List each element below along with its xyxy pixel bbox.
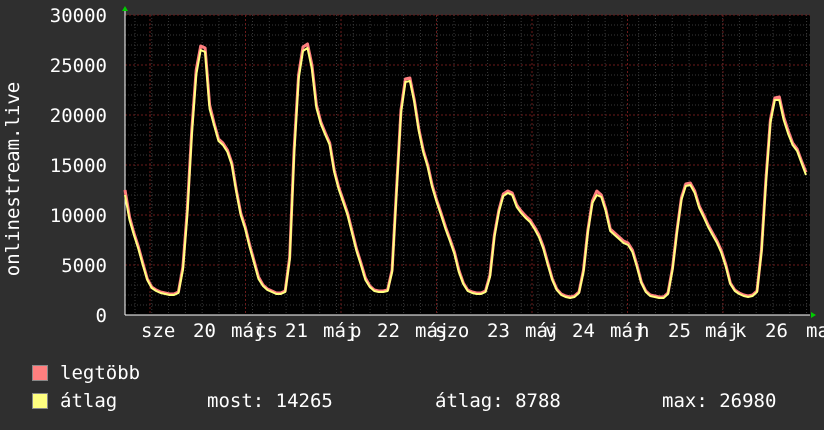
x-axis-arrow xyxy=(811,312,816,318)
x-tick-label: sze xyxy=(141,320,175,342)
y-tick-label: 30000 xyxy=(50,5,107,27)
x-tick-label: ma xyxy=(806,320,824,342)
x-tick-label: 20 xyxy=(193,320,216,342)
x-tick-label: szo xyxy=(435,320,469,342)
x-tick-label: 26 xyxy=(765,320,788,342)
y-axis-arrow xyxy=(122,6,128,11)
stat-average: átlag: 8788 xyxy=(435,390,561,412)
y-tick-label: 5000 xyxy=(61,255,107,277)
legend-item-max: legtöbb xyxy=(32,362,140,384)
y-tick-label: 10000 xyxy=(50,205,107,227)
x-tick-label: 24 xyxy=(572,320,595,342)
x-tick-label: v xyxy=(545,320,556,342)
stat-now: most: 14265 xyxy=(207,390,333,412)
y-tick-label: 20000 xyxy=(50,105,107,127)
x-tick-label: 23 xyxy=(487,320,510,342)
y-tick-label: 25000 xyxy=(50,55,107,77)
x-tick-label: k xyxy=(735,320,747,342)
x-tick-label: 25 xyxy=(668,320,691,342)
chart-canvas: 0 5000 10000 15000 20000 25000 30000 onlinestre… xyxy=(2,5,824,342)
x-tick-label: cs xyxy=(255,320,278,342)
plot-area xyxy=(125,15,810,315)
y-tick-label: 15000 xyxy=(50,155,107,177)
x-tick-label: p xyxy=(350,320,361,342)
legend-item-avg: átlag xyxy=(32,390,117,412)
legend-swatch-max xyxy=(32,365,48,381)
y-axis-label: onlinestream.live xyxy=(2,82,24,276)
legend-label-max: legtöbb xyxy=(60,362,141,384)
y-tick-label: 0 xyxy=(96,305,107,327)
legend-swatch-avg xyxy=(32,393,48,409)
x-tick-label: 21 xyxy=(285,320,308,342)
stat-max: max: 26980 xyxy=(662,390,777,412)
x-tick-label: 22 xyxy=(377,320,400,342)
legend-label-avg: átlag xyxy=(60,390,118,412)
x-tick-label: h xyxy=(638,320,649,342)
